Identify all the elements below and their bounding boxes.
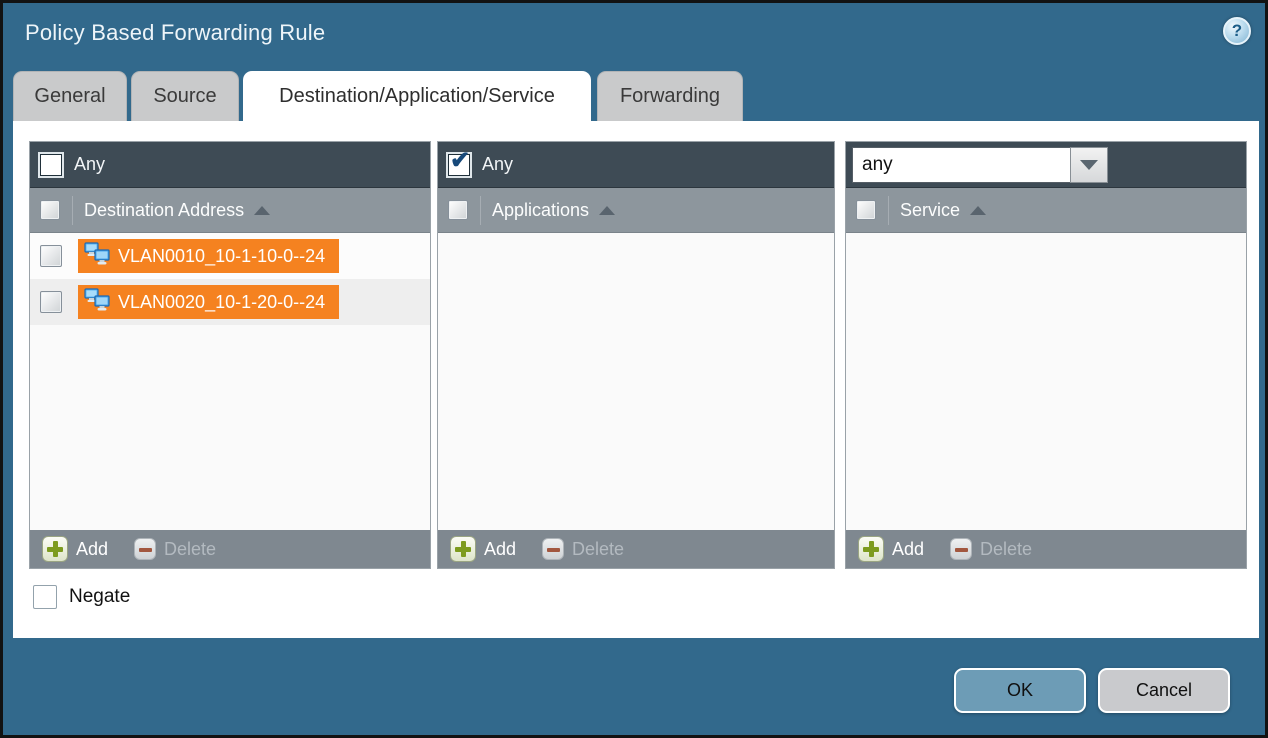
tab-source[interactable]: Source bbox=[131, 71, 239, 121]
service-dropdown-button[interactable] bbox=[1070, 147, 1108, 183]
tab-forwarding[interactable]: Forwarding bbox=[597, 71, 743, 121]
service-column: Service Add Delete bbox=[845, 141, 1247, 569]
destination-any-label: Any bbox=[74, 154, 105, 175]
service-dropdown bbox=[852, 147, 1108, 183]
tab-destination-application-service[interactable]: Destination/Application/Service bbox=[243, 71, 591, 121]
destination-footer-bar: Add Delete bbox=[30, 530, 430, 568]
applications-select-all-checkbox[interactable] bbox=[448, 200, 468, 220]
policy-forwarding-dialog: Policy Based Forwarding Rule ? General S… bbox=[0, 0, 1268, 738]
address-object-label: VLAN0020_10-1-20-0--24 bbox=[118, 292, 325, 313]
applications-any-checkbox[interactable]: ✔ bbox=[448, 154, 470, 176]
ok-button[interactable]: OK bbox=[954, 668, 1086, 713]
network-address-icon bbox=[84, 242, 110, 271]
negate-option[interactable]: Negate bbox=[33, 585, 130, 609]
service-header-label: Service bbox=[900, 200, 960, 221]
destination-any-checkbox[interactable] bbox=[40, 154, 62, 176]
destination-select-all-checkbox[interactable] bbox=[40, 200, 60, 220]
row-checkbox[interactable] bbox=[40, 291, 62, 313]
help-icon[interactable]: ? bbox=[1223, 17, 1251, 45]
add-application-button[interactable]: Add bbox=[450, 536, 516, 562]
sort-ascending-icon bbox=[970, 206, 986, 215]
destination-address-column: Any Destination Address bbox=[29, 141, 431, 569]
service-list bbox=[846, 233, 1246, 530]
add-destination-button[interactable]: Add bbox=[42, 536, 108, 562]
row-checkbox[interactable] bbox=[40, 245, 62, 267]
chevron-down-icon bbox=[1080, 160, 1098, 170]
header-divider bbox=[480, 196, 481, 225]
delete-application-button[interactable]: Delete bbox=[542, 538, 624, 560]
add-plus-icon bbox=[450, 536, 476, 562]
negate-label: Negate bbox=[69, 586, 130, 608]
service-footer-bar: Add Delete bbox=[846, 530, 1246, 568]
delete-minus-icon bbox=[542, 538, 564, 560]
applications-footer-bar: Add Delete bbox=[438, 530, 834, 568]
delete-label: Delete bbox=[164, 539, 216, 560]
address-object-chip[interactable]: VLAN0010_10-1-10-0--24 bbox=[78, 239, 339, 273]
service-select-all-checkbox[interactable] bbox=[856, 200, 876, 220]
delete-label: Delete bbox=[572, 539, 624, 560]
service-dropdown-input[interactable] bbox=[852, 147, 1070, 183]
sort-ascending-icon bbox=[254, 206, 270, 215]
applications-any-bar: ✔ Any bbox=[438, 142, 834, 188]
applications-column: ✔ Any Applications Add Delete bbox=[437, 141, 835, 569]
tab-bar: General Source Destination/Application/S… bbox=[13, 71, 747, 121]
applications-list bbox=[438, 233, 834, 530]
header-divider bbox=[72, 196, 73, 225]
delete-minus-icon bbox=[950, 538, 972, 560]
delete-label: Delete bbox=[980, 539, 1032, 560]
address-object-chip[interactable]: VLAN0020_10-1-20-0--24 bbox=[78, 285, 339, 319]
network-address-icon bbox=[84, 288, 110, 317]
destination-any-bar: Any bbox=[30, 142, 430, 188]
delete-destination-button[interactable]: Delete bbox=[134, 538, 216, 560]
applications-header[interactable]: Applications bbox=[438, 188, 834, 233]
tab-content-panel: Any Destination Address bbox=[13, 121, 1259, 638]
service-dropdown-bar bbox=[846, 142, 1246, 188]
destination-row[interactable]: VLAN0020_10-1-20-0--24 bbox=[30, 279, 430, 325]
sort-ascending-icon bbox=[599, 206, 615, 215]
destination-row[interactable]: VLAN0010_10-1-10-0--24 bbox=[30, 233, 430, 279]
destination-address-header[interactable]: Destination Address bbox=[30, 188, 430, 233]
add-plus-icon bbox=[858, 536, 884, 562]
checkmark-icon: ✔ bbox=[450, 149, 470, 173]
dialog-title: Policy Based Forwarding Rule bbox=[25, 20, 325, 46]
service-header[interactable]: Service bbox=[846, 188, 1246, 233]
header-divider bbox=[888, 196, 889, 225]
destination-address-list: VLAN0010_10-1-10-0--24 bbox=[30, 233, 430, 530]
delete-service-button[interactable]: Delete bbox=[950, 538, 1032, 560]
applications-header-label: Applications bbox=[492, 200, 589, 221]
negate-checkbox[interactable] bbox=[33, 585, 57, 609]
address-object-label: VLAN0010_10-1-10-0--24 bbox=[118, 246, 325, 267]
tab-general[interactable]: General bbox=[13, 71, 127, 121]
add-label: Add bbox=[892, 539, 924, 560]
add-service-button[interactable]: Add bbox=[858, 536, 924, 562]
add-label: Add bbox=[76, 539, 108, 560]
applications-any-label: Any bbox=[482, 154, 513, 175]
cancel-button[interactable]: Cancel bbox=[1098, 668, 1230, 713]
destination-address-header-label: Destination Address bbox=[84, 200, 244, 221]
delete-minus-icon bbox=[134, 538, 156, 560]
add-plus-icon bbox=[42, 536, 68, 562]
add-label: Add bbox=[484, 539, 516, 560]
